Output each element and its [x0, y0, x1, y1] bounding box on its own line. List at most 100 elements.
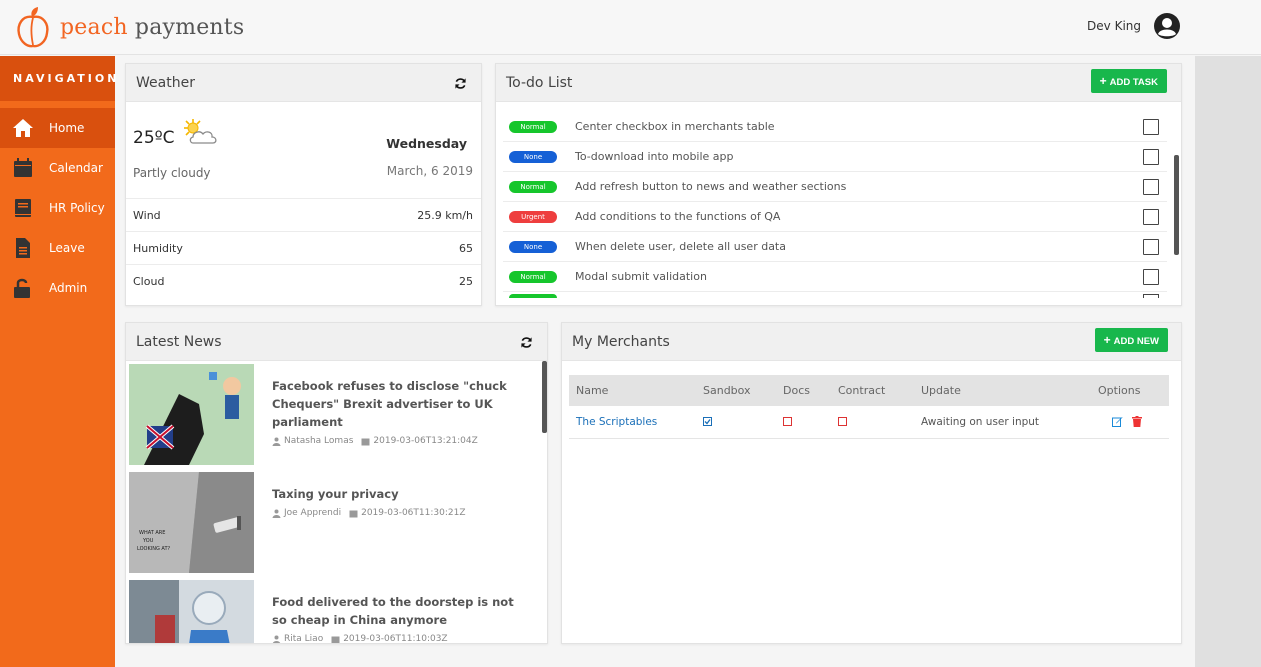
calendar-icon — [14, 158, 32, 177]
weather-date: March, 6 2019 — [386, 164, 473, 178]
plus-icon: + — [1099, 74, 1107, 88]
news-headline[interactable]: Food delivered to the doorstep is not so… — [272, 593, 522, 629]
news-thumbnail: WHAT ARE YOU LOOKING AT? — [129, 472, 254, 573]
priority-badge-peek — [509, 294, 557, 298]
todo-panel: To-do List + ADD TASK Normal Center check… — [495, 63, 1182, 306]
news-headline[interactable]: Taxing your privacy — [272, 485, 522, 503]
docs-unchecked-icon[interactable] — [783, 417, 792, 427]
sidebar-item-label: HR Policy — [49, 201, 105, 215]
calendar-icon — [361, 438, 370, 445]
todo-text: When delete user, delete all user data — [575, 240, 786, 253]
news-author: Natasha Lomas — [284, 436, 354, 446]
weather-title: Weather — [136, 75, 195, 91]
todo-item: Urgent Add conditions to the functions o… — [503, 202, 1167, 232]
delete-icon[interactable] — [1132, 416, 1143, 428]
news-meta: Joe Apprendi 2019-03-06T11:30:21Z — [272, 508, 522, 518]
plus-icon: + — [1103, 333, 1111, 347]
user-name: Dev King — [1087, 19, 1141, 33]
weather-description: Partly cloudy — [133, 166, 211, 180]
column-header: Contract — [831, 375, 914, 406]
merchants-title: My Merchants — [572, 334, 670, 350]
table-header-row: Name Sandbox Docs Contract Update Option… — [569, 375, 1169, 406]
todo-checkbox-peek — [1143, 294, 1159, 298]
news-date: 2019-03-06T11:30:21Z — [361, 508, 466, 518]
weather-temperature: 25ºC — [133, 128, 175, 148]
refresh-icon[interactable] — [520, 336, 533, 349]
weather-day: Wednesday — [386, 136, 467, 151]
todo-scrollbar[interactable] — [1174, 155, 1179, 255]
news-body: Taxing your privacy Joe Apprendi 2019-03… — [272, 472, 522, 580]
svg-text:WHAT ARE: WHAT ARE — [139, 530, 165, 536]
todo-text: To-download into mobile app — [575, 150, 734, 163]
calendar-icon — [331, 636, 340, 643]
sidebar-item-admin[interactable]: Admin — [0, 268, 115, 308]
news-meta: Rita Liao 2019-03-06T11:10:03Z — [272, 634, 522, 643]
user-menu[interactable]: Dev King — [1087, 12, 1181, 40]
edit-icon[interactable] — [1112, 416, 1123, 428]
merchants-panel: My Merchants + ADD NEW Name Sandbox Docs … — [561, 322, 1182, 644]
nav-title: NAVIGATION — [0, 56, 116, 101]
todo-text: Center checkbox in merchants table — [575, 120, 775, 133]
todo-list: Normal Center checkbox in merchants tabl… — [503, 112, 1167, 292]
news-title: Latest News — [136, 334, 222, 350]
sidebar-item-home[interactable]: Home — [0, 108, 115, 148]
todo-checkbox[interactable] — [1143, 149, 1159, 165]
add-task-button[interactable]: + ADD TASK — [1090, 69, 1167, 93]
column-header: Sandbox — [696, 375, 776, 406]
svg-text:YOU: YOU — [142, 538, 154, 544]
priority-badge: Normal — [509, 120, 557, 133]
partly-cloudy-icon — [184, 119, 217, 144]
column-header: Docs — [776, 375, 831, 406]
todo-checkbox[interactable] — [1143, 179, 1159, 195]
todo-text: Add refresh button to news and weather s… — [575, 180, 847, 193]
right-gutter — [1195, 56, 1261, 667]
weather-row-humidity: Humidity 65 — [126, 231, 481, 264]
sidebar: NAVIGATION Home Calendar HR Policy Leave… — [0, 56, 116, 667]
todo-header: To-do List + ADD TASK — [496, 64, 1181, 102]
news-date: 2019-03-06T13:21:04Z — [373, 436, 478, 446]
news-item[interactable]: Facebook refuses to disclose "chuck Cheq… — [129, 364, 539, 472]
column-header: Options — [1091, 375, 1169, 406]
todo-checkbox[interactable] — [1143, 239, 1159, 255]
todo-item: None To-download into mobile app — [503, 142, 1167, 172]
news-item[interactable]: Food delivered to the doorstep is not so… — [129, 580, 539, 643]
todo-item: Normal Center checkbox in merchants tabl… — [503, 112, 1167, 142]
delivery-illustration-icon — [129, 580, 254, 643]
sidebar-item-calendar[interactable]: Calendar — [0, 148, 115, 188]
todo-item: Normal Modal submit validation — [503, 262, 1167, 292]
weather-details: Wind 25.9 km/h Humidity 65 Cloud 25 — [126, 198, 481, 297]
merchant-name-link[interactable]: The Scriptables — [576, 416, 657, 428]
news-scrollbar[interactable] — [542, 361, 547, 433]
home-icon — [13, 119, 33, 137]
merchant-update-status: Awaiting on user input — [921, 415, 1040, 428]
todo-checkbox[interactable] — [1143, 269, 1159, 285]
weather-header: Weather — [126, 64, 481, 102]
user-icon — [272, 635, 281, 643]
todo-checkbox[interactable] — [1143, 209, 1159, 225]
news-headline[interactable]: Facebook refuses to disclose "chuck Cheq… — [272, 377, 522, 431]
news-item[interactable]: WHAT ARE YOU LOOKING AT? Taxing your pri… — [129, 472, 539, 580]
todo-checkbox[interactable] — [1143, 119, 1159, 135]
priority-badge: Urgent — [509, 210, 557, 223]
todo-title: To-do List — [506, 75, 573, 91]
logo-text: peach payments — [60, 14, 245, 40]
nav-list: Home Calendar HR Policy Leave Admin — [0, 108, 115, 308]
news-meta: Natasha Lomas 2019-03-06T13:21:04Z — [272, 436, 522, 446]
logo[interactable]: peach payments — [16, 5, 244, 49]
sidebar-item-leave[interactable]: Leave — [0, 228, 115, 268]
priority-badge: None — [509, 150, 557, 163]
priority-badge: Normal — [509, 180, 557, 193]
news-author: Joe Apprendi — [284, 508, 342, 518]
contract-unchecked-icon[interactable] — [838, 417, 847, 427]
add-merchant-button[interactable]: + ADD NEW — [1094, 328, 1168, 352]
sidebar-item-hr-policy[interactable]: HR Policy — [0, 188, 115, 228]
refresh-icon[interactable] — [454, 77, 467, 90]
weather-row-wind: Wind 25.9 km/h — [126, 198, 481, 231]
unlock-icon — [14, 278, 30, 298]
sidebar-item-label: Admin — [49, 281, 88, 295]
todo-next-item-peek — [503, 294, 1167, 298]
sidebar-item-label: Leave — [49, 241, 85, 255]
sandbox-checked-icon[interactable] — [703, 417, 712, 427]
news-list: Facebook refuses to disclose "chuck Cheq… — [129, 364, 539, 643]
boot-illustration-icon — [129, 364, 254, 465]
